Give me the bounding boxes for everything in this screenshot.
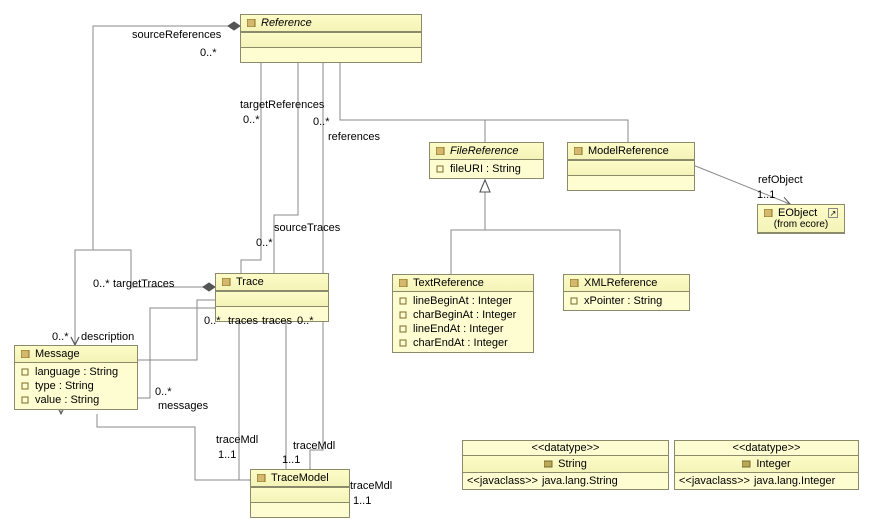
class-icon <box>574 147 584 155</box>
class-title: Integer <box>756 458 790 470</box>
mult: 0..* <box>93 278 110 290</box>
attr-icon <box>21 368 31 376</box>
attr: lineEndAt : Integer <box>413 323 504 335</box>
attr: fileURI : String <box>450 163 521 175</box>
mult: 1..1 <box>282 454 300 466</box>
label: traceMdl <box>350 480 392 492</box>
java-name: java.lang.String <box>542 475 618 487</box>
attr-icon <box>436 165 446 173</box>
class-eobject: EObject ↗(from ecore) <box>757 204 845 234</box>
attr: lineBeginAt : Integer <box>413 295 512 307</box>
label: refObject <box>758 174 803 186</box>
class-xmlreference: XMLReference xPointer : String <box>563 274 690 311</box>
attr-icon <box>570 297 580 305</box>
class-filereference: FileReference fileURI : String <box>429 142 544 179</box>
attr-icon <box>399 339 409 347</box>
class-modelreference: ModelReference <box>567 142 695 191</box>
mult: 0..* <box>256 237 273 249</box>
attr-icon <box>399 325 409 333</box>
label: messages <box>158 400 208 412</box>
attr: type : String <box>35 380 94 392</box>
class-icon <box>764 209 774 217</box>
class-title: Trace <box>236 276 264 288</box>
attr-icon <box>399 297 409 305</box>
attr-icon <box>399 311 409 319</box>
class-title: TraceModel <box>271 472 329 484</box>
label: traces <box>262 315 292 327</box>
mult: 0..* <box>243 114 260 126</box>
java-name: java.lang.Integer <box>754 475 835 487</box>
class-message: Message language : String type : String … <box>14 345 138 410</box>
attr: language : String <box>35 366 118 378</box>
class-reference: Reference <box>240 14 422 63</box>
class-icon <box>570 279 580 287</box>
mult: 0..* <box>313 116 330 128</box>
class-title: EObject <box>778 207 817 219</box>
class-icon <box>247 19 257 27</box>
label: sourceReferences <box>132 29 221 41</box>
class-icon <box>436 147 446 155</box>
class-tracemodel: TraceModel <box>250 469 350 518</box>
datatype-icon <box>544 460 554 468</box>
attr: xPointer : String <box>584 295 662 307</box>
mult: 0..* <box>297 315 314 327</box>
class-textreference: TextReference lineBeginAt : Integer char… <box>392 274 534 353</box>
attr: value : String <box>35 394 99 406</box>
mult: 0..* <box>155 386 172 398</box>
class-title: Message <box>35 348 80 360</box>
label: traces <box>228 315 258 327</box>
class-icon <box>257 474 267 482</box>
datatype-string: <<datatype>> String <<javaclass>> java.la… <box>462 440 669 490</box>
stereotype: <<datatype>> <box>463 441 668 455</box>
mult: 1..1 <box>757 189 775 201</box>
class-title: TextReference <box>413 277 484 289</box>
attr: charBeginAt : Integer <box>413 309 516 321</box>
label: references <box>328 131 380 143</box>
class-icon <box>222 278 232 286</box>
mult: 0..* <box>200 47 217 59</box>
label: sourceTraces <box>274 222 340 234</box>
attr-icon <box>21 382 31 390</box>
label: traceMdl <box>293 440 335 452</box>
java-stereo: <<javaclass>> <box>467 475 538 487</box>
shortcut-icon: ↗ <box>828 208 838 218</box>
class-title: FileReference <box>450 145 518 157</box>
attr-icon <box>21 396 31 404</box>
label: traceMdl <box>216 434 258 446</box>
label: targetReferences <box>240 99 324 111</box>
class-title: XMLReference <box>584 277 657 289</box>
attr: charEndAt : Integer <box>413 337 508 349</box>
class-title: ModelReference <box>588 145 669 157</box>
class-title: Reference <box>261 17 312 29</box>
label: targetTraces <box>113 278 174 290</box>
mult: 1..1 <box>353 495 371 507</box>
mult: 0..* <box>52 331 69 343</box>
datatype-integer: <<datatype>> Integer <<javaclass>> java.l… <box>674 440 859 490</box>
class-icon <box>399 279 409 287</box>
label: description <box>81 331 134 343</box>
mult: 1..1 <box>218 449 236 461</box>
class-title: String <box>558 458 587 470</box>
class-icon <box>21 350 31 358</box>
mult: 0..* <box>204 315 221 327</box>
from-label: (from ecore) <box>774 219 828 230</box>
java-stereo: <<javaclass>> <box>679 475 750 487</box>
stereotype: <<datatype>> <box>675 441 858 455</box>
datatype-icon <box>742 460 752 468</box>
